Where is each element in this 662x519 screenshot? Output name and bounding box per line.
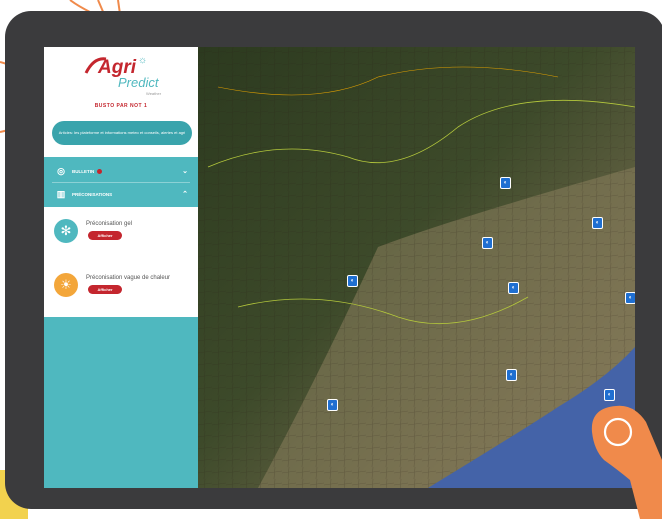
chevron-up-icon: ⌃: [182, 191, 188, 198]
satellite-map[interactable]: ◐ ◐ ◐ ◐ ◐ ◐ ◐ ◐ ◐: [198, 47, 635, 488]
pointing-hand-illustration: [591, 405, 662, 519]
sidebar: Agri ☼ Predict Weather BUSTO PAR NOT 1 A…: [44, 47, 198, 488]
card-gel-title: Préconisation gel: [86, 221, 133, 227]
preconisation-list: ✻ Préconisation gel Afficher ☀ Préconisa…: [44, 207, 198, 317]
weather-station-icon[interactable]: ◐: [506, 369, 517, 381]
weather-station-icon[interactable]: ◐: [592, 217, 603, 229]
snowflake-icon: ✻: [54, 219, 78, 243]
logo-subtitle: Weather: [146, 91, 162, 96]
bulletin-icon: ◎: [57, 166, 65, 176]
notification-badge: [97, 168, 103, 174]
weather-station-icon[interactable]: ◐: [482, 237, 493, 249]
info-banner[interactable]: Articles: les plateforme et informations…: [52, 121, 192, 145]
sidebar-header: Agri ☼ Predict Weather BUSTO PAR NOT 1 A…: [44, 47, 198, 157]
card-chaleur: ☀ Préconisation vague de chaleur Affiche…: [44, 269, 198, 319]
tagline: BUSTO PAR NOT 1: [94, 103, 148, 109]
card-gel: ✻ Préconisation gel Afficher: [44, 215, 198, 265]
logo-predict-text: Predict: [118, 75, 159, 90]
weather-station-icon[interactable]: ◐: [625, 292, 635, 304]
sidebar-menu: ◎ BULLETIN ⌄ ▥ PRÉCONISATIONS ⌃: [44, 157, 198, 207]
logo-sun-icon: ☼: [138, 55, 148, 66]
weather-station-icon[interactable]: ◐: [347, 275, 358, 287]
menu-item-preconisations[interactable]: ▥ PRÉCONISATIONS ⌃: [44, 183, 198, 205]
app-screen: Agri ☼ Predict Weather BUSTO PAR NOT 1 A…: [44, 47, 635, 488]
sun-icon: ☀: [54, 273, 78, 297]
menu-item-bulletin-label: BULLETIN: [72, 168, 95, 174]
weather-station-icon[interactable]: ◐: [327, 399, 338, 411]
menu-item-bulletin[interactable]: ◎ BULLETIN ⌄: [44, 160, 198, 182]
afficher-chaleur-button[interactable]: Afficher: [88, 285, 122, 294]
chevron-down-icon: ⌄: [182, 168, 188, 175]
afficher-gel-button[interactable]: Afficher: [88, 231, 122, 240]
weather-station-icon[interactable]: ◐: [500, 177, 511, 189]
card-chaleur-title: Préconisation vague de chaleur: [86, 275, 171, 281]
agripredict-logo[interactable]: Agri ☼ Predict Weather: [84, 53, 164, 96]
menu-item-preconisations-label: PRÉCONISATIONS: [72, 191, 113, 197]
weather-station-icon[interactable]: ◐: [508, 282, 519, 294]
preconisations-icon: ▥: [56, 189, 66, 199]
map-imagery: [198, 47, 635, 488]
